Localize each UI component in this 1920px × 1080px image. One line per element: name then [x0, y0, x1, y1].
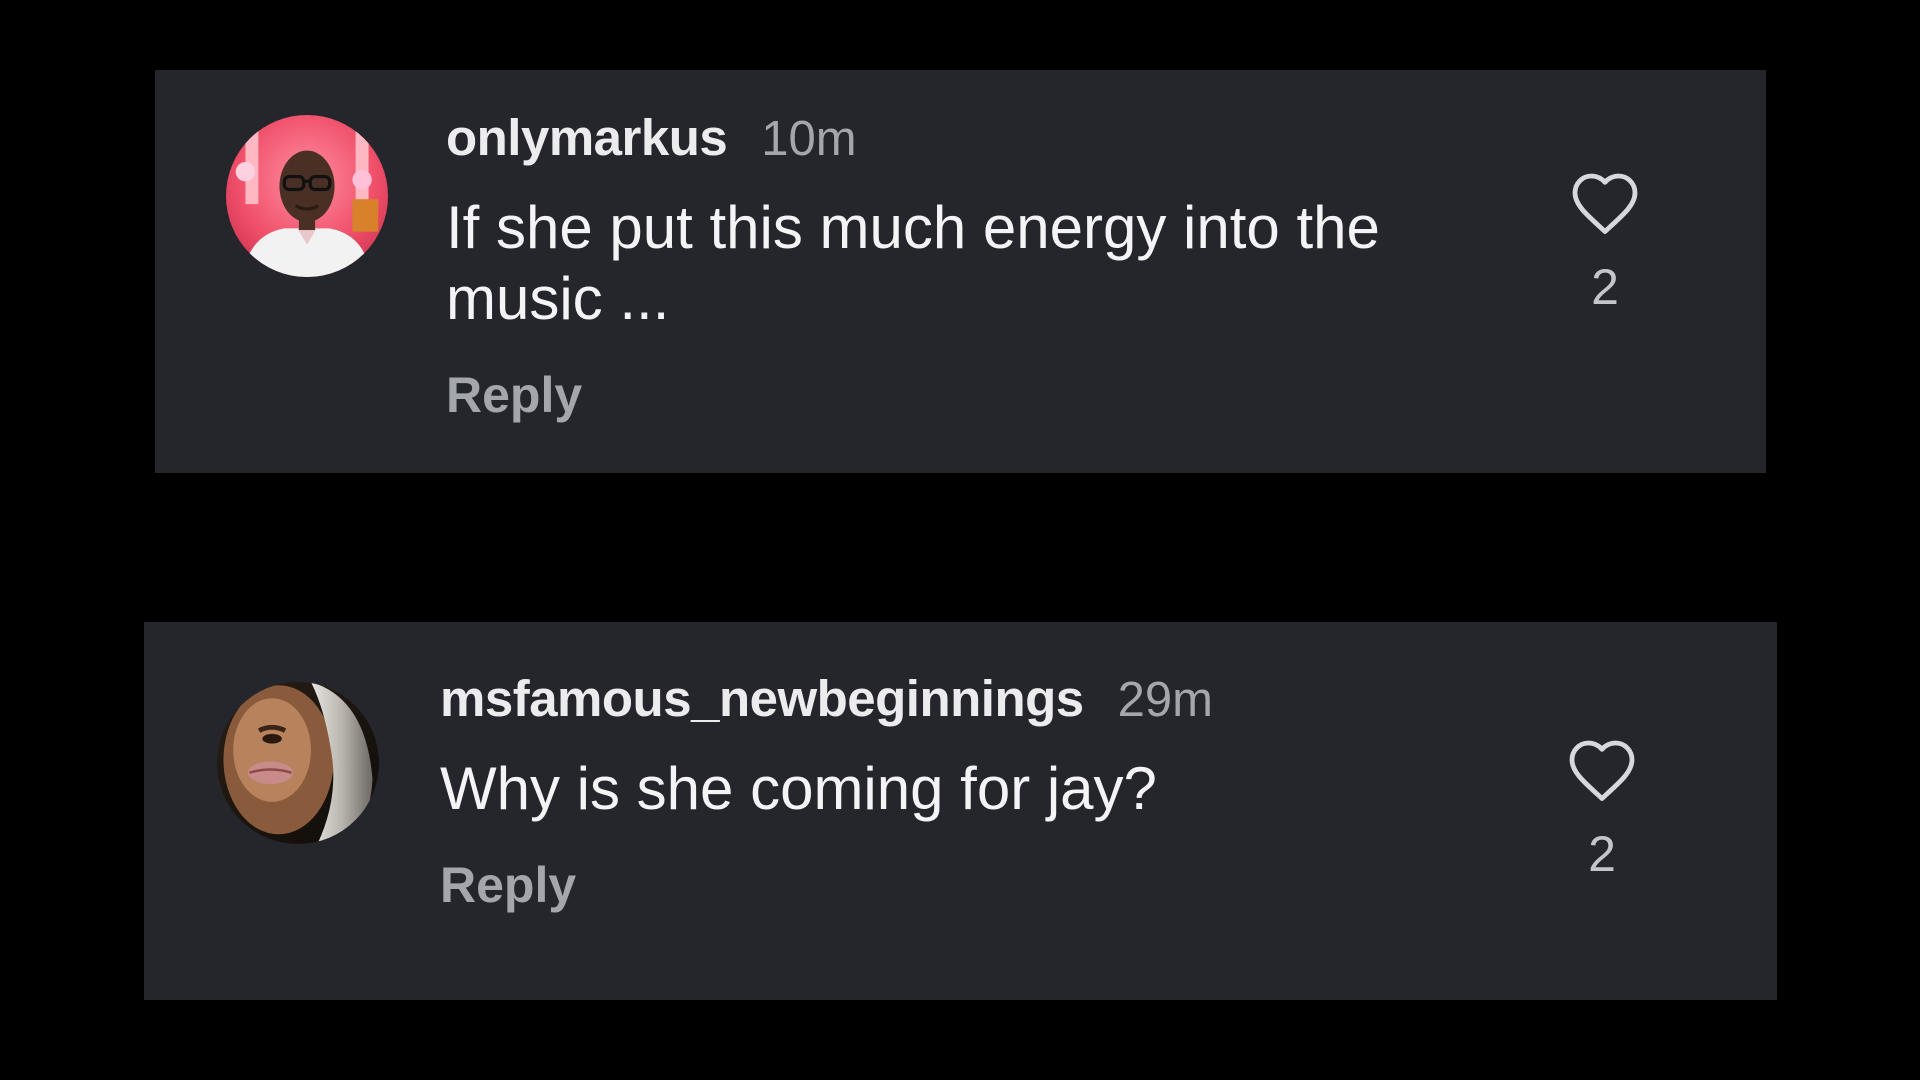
username[interactable]: onlymarkus	[446, 108, 728, 167]
like-group: 2	[1560, 170, 1650, 316]
timestamp: 10m	[761, 112, 857, 166]
avatar-image	[217, 682, 379, 844]
comments-screen: onlymarkus 10m If she put this much ener…	[0, 0, 1920, 1080]
username[interactable]: msfamous_newbeginnings	[440, 669, 1084, 728]
comment-card: onlymarkus 10m If she put this much ener…	[155, 70, 1766, 473]
heart-outline-icon[interactable]	[1569, 170, 1641, 236]
comment-card: msfamous_newbeginnings 29m Why is she co…	[144, 622, 1777, 1000]
comment-meta: msfamous_newbeginnings 29m	[440, 669, 1557, 731]
like-count: 2	[1588, 826, 1616, 882]
avatar[interactable]	[217, 682, 379, 844]
reply-button[interactable]: Reply	[440, 856, 576, 914]
like-group: 2	[1557, 737, 1647, 883]
timestamp: 29m	[1117, 673, 1213, 727]
avatar[interactable]	[226, 115, 388, 277]
comment-body: onlymarkus 10m If she put this much ener…	[446, 108, 1546, 424]
like-count: 2	[1591, 259, 1619, 315]
heart-outline-icon[interactable]	[1566, 737, 1638, 803]
comment-meta: onlymarkus 10m	[446, 108, 1546, 170]
avatar-image	[226, 115, 388, 277]
reply-button[interactable]: Reply	[446, 366, 582, 424]
comment-body: msfamous_newbeginnings 29m Why is she co…	[440, 669, 1557, 914]
comment-text: If she put this much energy into the mus…	[446, 194, 1380, 332]
comment-text: Why is she coming for jay?	[440, 755, 1157, 822]
